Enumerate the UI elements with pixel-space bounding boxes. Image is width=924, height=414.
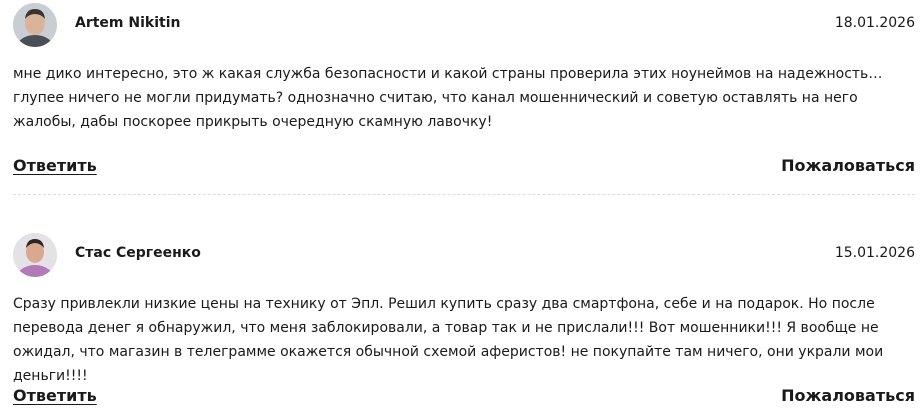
comment-actions: Ответить Пожаловаться bbox=[13, 386, 915, 410]
reply-link[interactable]: Ответить bbox=[13, 156, 97, 175]
comment-author: Стас Сергеенко bbox=[75, 245, 201, 261]
comment-header: Artem Nikitin 18.01.2026 bbox=[13, 3, 915, 49]
comment-item: Стас Сергеенко 15.01.2026 Сразу привлекл… bbox=[13, 233, 915, 405]
complain-link[interactable]: Пожаловаться bbox=[781, 386, 915, 405]
user-photo-icon bbox=[13, 233, 57, 277]
avatar bbox=[13, 3, 57, 47]
reply-link[interactable]: Ответить bbox=[13, 386, 97, 405]
comment-text: мне дико интересно, это ж какая служба б… bbox=[13, 66, 883, 130]
comment-date: 18.01.2026 bbox=[834, 15, 915, 31]
comment-item: Artem Nikitin 18.01.2026 мне дико интере… bbox=[13, 3, 915, 175]
avatar bbox=[13, 233, 57, 277]
comment-header: Стас Сергеенко 15.01.2026 bbox=[13, 233, 915, 279]
comment-divider bbox=[13, 194, 915, 195]
user-photo-icon bbox=[13, 3, 57, 47]
comment-actions: Ответить Пожаловаться bbox=[13, 156, 915, 180]
comment-text: Сразу привлекли низкие цены на технику о… bbox=[13, 296, 884, 384]
complain-link[interactable]: Пожаловаться bbox=[781, 156, 915, 175]
comment-author: Artem Nikitin bbox=[75, 15, 181, 31]
comment-date: 15.01.2026 bbox=[834, 245, 915, 261]
